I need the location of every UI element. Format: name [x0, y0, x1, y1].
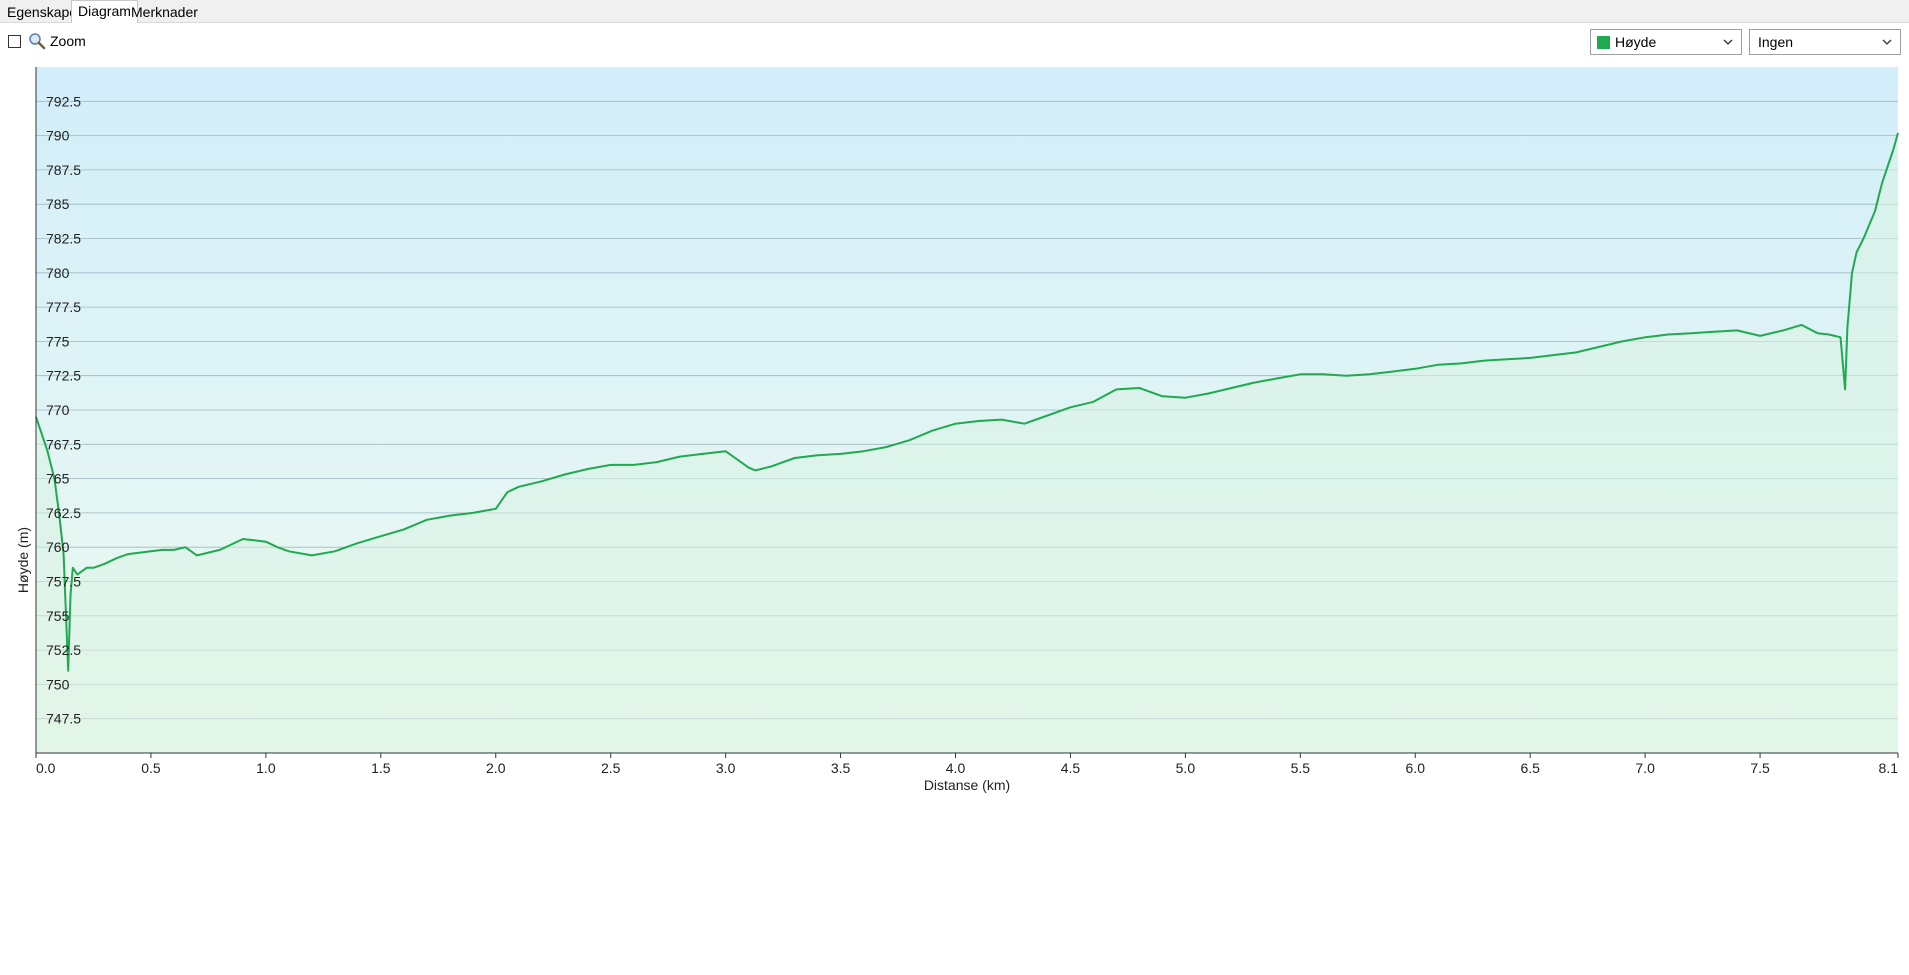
tab-merknader[interactable]: Merknader — [124, 1, 205, 21]
x-tick-label: 7.5 — [1750, 760, 1770, 776]
y-tick-label: 782.5 — [46, 231, 81, 247]
y-tick-label: 755 — [46, 608, 70, 624]
x-tick-label: 1.5 — [371, 760, 391, 776]
y-tick-label: 762.5 — [46, 505, 81, 521]
y-tick-label: 792.5 — [46, 93, 81, 109]
compare-select-value: Ingen — [1758, 34, 1794, 50]
x-tick-label: 2.0 — [486, 760, 506, 776]
x-tick-label: 2.5 — [601, 760, 621, 776]
x-tick-label: 6.5 — [1520, 760, 1540, 776]
y-tick-label: 747.5 — [46, 711, 81, 727]
series-select[interactable]: Høyde — [1590, 29, 1742, 55]
x-tick-label: 5.0 — [1176, 760, 1196, 776]
y-tick-label: 780 — [46, 265, 70, 281]
x-tick-label: 4.5 — [1061, 760, 1081, 776]
compare-select[interactable]: Ingen — [1749, 29, 1901, 55]
x-tick-label: 7.0 — [1635, 760, 1655, 776]
chevron-down-icon — [1723, 39, 1733, 45]
zoom-checkbox[interactable] — [8, 35, 21, 48]
y-tick-label: 770 — [46, 402, 70, 418]
y-tick-label: 790 — [46, 128, 70, 144]
y-tick-label: 787.5 — [46, 162, 81, 178]
chevron-down-icon — [1882, 39, 1892, 45]
y-tick-label: 767.5 — [46, 436, 81, 452]
x-axis-label: Distanse (km) — [924, 777, 1010, 793]
y-tick-label: 765 — [46, 471, 70, 487]
y-tick-label: 775 — [46, 333, 70, 349]
elevation-chart: 747.5 750 752.5 755 757.5 760 762.5 765 767.5 770… — [0, 62, 1909, 972]
y-tick-label: 757.5 — [46, 574, 81, 590]
x-tick-label: 8.1 — [1879, 760, 1899, 776]
x-tick-label: 1.0 — [256, 760, 276, 776]
series-select-value: Høyde — [1615, 34, 1657, 50]
series-color-swatch — [1597, 36, 1610, 49]
x-tick-label: 6.0 — [1406, 760, 1426, 776]
x-tick-label: 0.0 — [36, 760, 56, 776]
tab-bar: Egenskaper Diagram Merknader — [0, 0, 1909, 23]
y-tick-label: 785 — [46, 196, 70, 212]
x-tick-label: 3.5 — [831, 760, 851, 776]
magnifier-icon — [29, 33, 46, 50]
x-tick-label: 4.0 — [946, 760, 966, 776]
x-tick-label: 3.0 — [716, 760, 736, 776]
y-tick-label: 750 — [46, 676, 70, 692]
zoom-label: Zoom — [50, 33, 86, 49]
x-tick-label: 0.5 — [141, 760, 161, 776]
elevation-chart-svg: 747.5 750 752.5 755 757.5 760 762.5 765 767.5 770… — [15, 67, 1899, 793]
y-tick-label: 777.5 — [46, 299, 81, 315]
y-tick-label: 752.5 — [46, 642, 81, 658]
y-tick-label: 760 — [46, 539, 70, 555]
y-axis-label: Høyde (m) — [15, 527, 31, 593]
x-tick-label: 5.5 — [1291, 760, 1311, 776]
y-tick-label: 772.5 — [46, 368, 81, 384]
